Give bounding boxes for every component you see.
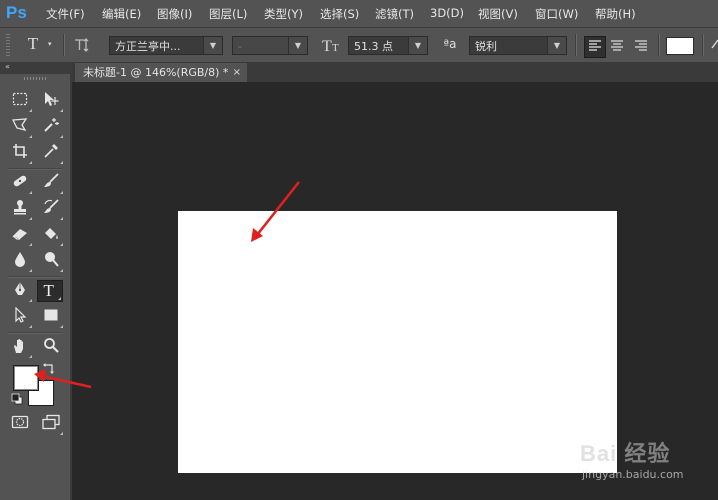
watermark: Bai 经验 jingyan.baidu.com	[572, 430, 718, 500]
hand-tool-icon[interactable]	[7, 337, 33, 359]
toolbox-grip[interactable]	[24, 77, 46, 80]
divider	[658, 34, 660, 56]
type-tool-icon[interactable]: T	[37, 280, 63, 302]
divider	[63, 34, 65, 56]
chevron-down-icon: ▼	[547, 37, 566, 54]
align-left-text-icon[interactable]	[584, 36, 606, 58]
chevron-down-icon: ▼	[408, 37, 427, 54]
svg-text:T: T	[322, 38, 332, 55]
options-bar-grip[interactable]	[6, 34, 10, 56]
document-tab-title: 未标题-1 @ 146%(RGB/8) *	[83, 66, 229, 79]
menu-view[interactable]: 视图(V)	[478, 6, 518, 22]
antialias-select[interactable]: 锐利 ▼	[469, 36, 567, 55]
divider	[702, 34, 704, 56]
paint-bucket-tool-icon[interactable]	[38, 225, 64, 247]
move-tool-icon[interactable]	[38, 91, 64, 113]
dodge-tool-icon[interactable]	[38, 251, 64, 273]
menu-3d[interactable]: 3D(D)	[430, 6, 464, 20]
foreground-color-swatch[interactable]	[13, 365, 39, 391]
eraser-tool-icon[interactable]	[7, 225, 33, 247]
text-color-swatch[interactable]	[666, 37, 694, 55]
eyedropper-tool-icon[interactable]	[38, 143, 64, 165]
quick-mask-mode-icon[interactable]	[7, 414, 33, 436]
screen-mode-icon[interactable]	[38, 414, 64, 436]
watermark-brand: Bai 经验	[580, 441, 671, 466]
font-size-icon: TT	[320, 35, 344, 55]
font-family-value: 方正兰亭中...	[115, 40, 181, 53]
font-size-value: 51.3 点	[354, 40, 393, 53]
chevron-down-icon: ▼	[203, 37, 222, 54]
collapse-panel-icon[interactable]: «	[5, 62, 10, 71]
center-text-icon[interactable]	[607, 37, 627, 57]
chevron-down-icon: ▼	[288, 37, 307, 54]
warp-text-icon[interactable]	[708, 36, 718, 56]
swap-colors-icon[interactable]	[42, 362, 56, 376]
toolbox-header: «	[0, 62, 72, 74]
lasso-tool-icon[interactable]	[7, 117, 33, 139]
menu-filter[interactable]: 滤镜(T)	[375, 6, 414, 22]
menu-help[interactable]: 帮助(H)	[595, 6, 636, 22]
antialias-value: 锐利	[475, 40, 497, 53]
pen-tool-icon[interactable]	[7, 281, 33, 303]
menu-image[interactable]: 图像(I)	[157, 6, 192, 22]
toggle-text-orientation-icon[interactable]	[72, 36, 94, 54]
brush-tool-icon[interactable]	[38, 173, 64, 195]
divider	[8, 332, 62, 334]
menu-window[interactable]: 窗口(W)	[535, 6, 578, 22]
font-style-value: -	[238, 40, 242, 53]
divider	[8, 168, 62, 170]
preset-dropdown-arrow-icon[interactable]: ▾	[48, 40, 52, 48]
document-tab[interactable]: 未标题-1 @ 146%(RGB/8) * ×	[75, 63, 247, 82]
photoshop-logo: Ps	[6, 3, 27, 22]
menu-layer[interactable]: 图层(L)	[209, 6, 247, 22]
close-icon[interactable]: ×	[233, 63, 241, 82]
toolbox: T	[0, 74, 72, 500]
align-right-text-icon[interactable]	[631, 37, 651, 57]
menu-select[interactable]: 选择(S)	[320, 6, 359, 22]
menu-type[interactable]: 类型(Y)	[264, 6, 303, 22]
magic-wand-tool-icon[interactable]	[38, 117, 64, 139]
history-brush-tool-icon[interactable]	[38, 199, 64, 221]
crop-tool-icon[interactable]	[7, 143, 33, 165]
divider	[575, 34, 577, 56]
font-family-select[interactable]: 方正兰亭中... ▼	[109, 36, 223, 55]
default-colors-icon[interactable]	[11, 393, 23, 405]
font-size-select[interactable]: 51.3 点 ▼	[348, 36, 428, 55]
svg-text:T: T	[332, 42, 339, 54]
watermark-site: jingyan.baidu.com	[582, 468, 684, 481]
path-selection-tool-icon[interactable]	[7, 306, 33, 329]
rectangle-tool-icon[interactable]	[38, 307, 64, 329]
antialias-icon: ªa	[443, 37, 457, 51]
document-tab-bar: 未标题-1 @ 146%(RGB/8) * ×	[72, 62, 718, 82]
divider	[8, 276, 62, 278]
document-canvas[interactable]	[178, 211, 617, 473]
svg-text:T: T	[44, 281, 55, 299]
zoom-tool-icon[interactable]	[38, 337, 64, 359]
font-style-select[interactable]: - ▼	[232, 36, 308, 55]
menu-edit[interactable]: 编辑(E)	[102, 6, 141, 22]
type-tool-preset-icon[interactable]: T	[22, 34, 44, 54]
rectangular-marquee-tool-icon[interactable]	[7, 91, 33, 113]
menu-file[interactable]: 文件(F)	[46, 6, 85, 22]
blur-tool-icon[interactable]	[7, 251, 33, 273]
clone-stamp-tool-icon[interactable]	[7, 199, 33, 221]
menu-bar: Ps 文件(F) 编辑(E) 图像(I) 图层(L) 类型(Y) 选择(S) 滤…	[0, 0, 718, 28]
options-bar: T ▾ 方正兰亭中... ▼ - ▼ TT 51.3 点 ▼ ªa 锐利 ▼	[0, 28, 718, 63]
spot-healing-brush-tool-icon[interactable]	[7, 173, 33, 195]
